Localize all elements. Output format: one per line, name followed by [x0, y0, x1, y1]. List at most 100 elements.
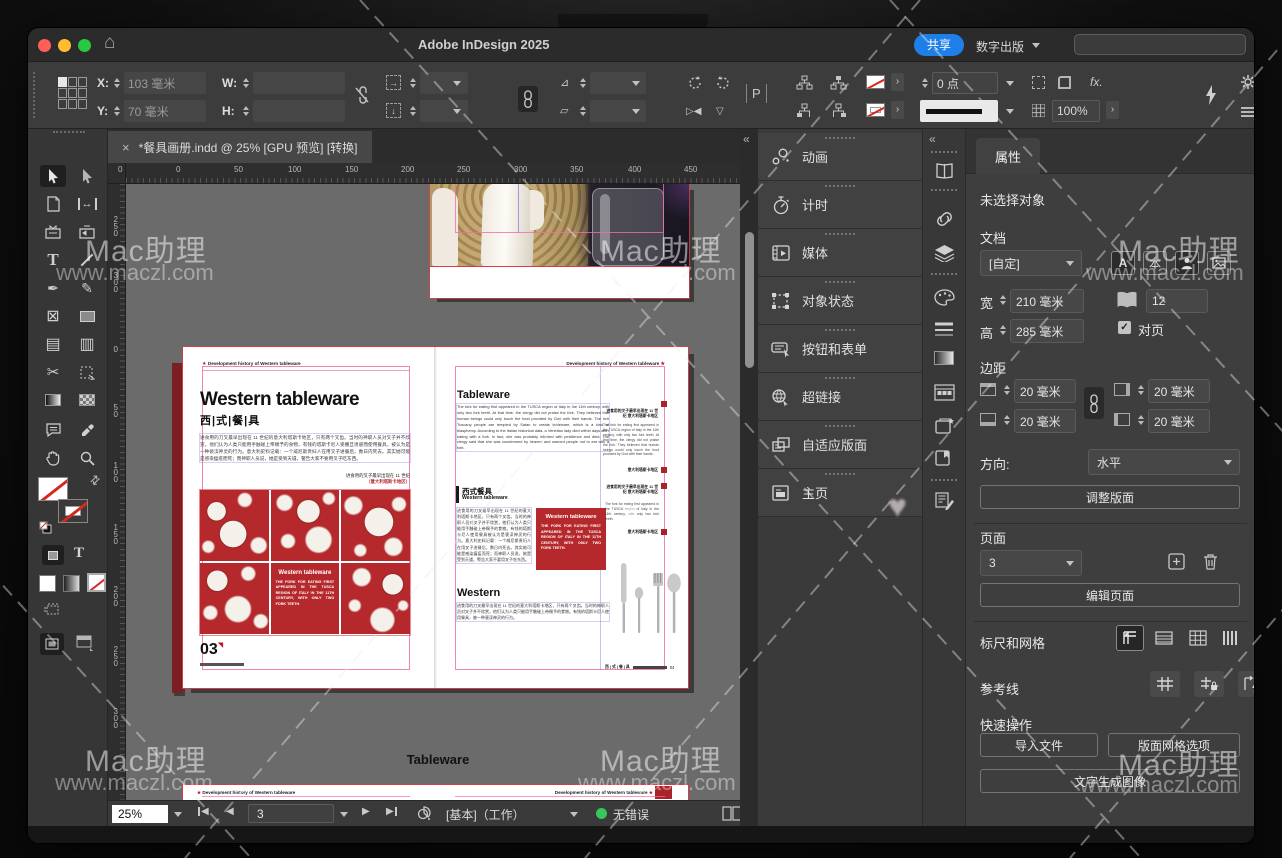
- drag-dots[interactable]: [825, 137, 855, 139]
- opacity-field[interactable]: 100%: [1052, 100, 1100, 122]
- show-rulers-button[interactable]: [1116, 625, 1144, 651]
- pages-panel-icon[interactable]: [934, 162, 955, 180]
- note-tool[interactable]: [40, 419, 66, 441]
- spread-view-icon[interactable]: [722, 806, 742, 821]
- gear-icon[interactable]: [1240, 74, 1254, 90]
- drag-dots[interactable]: [825, 329, 855, 331]
- gap-tool[interactable]: ↔: [74, 193, 100, 215]
- stroke-swatch-none[interactable]: [866, 103, 885, 117]
- gradient-panel-icon[interactable]: [934, 351, 954, 365]
- margin-bottom-stepper[interactable]: [1002, 409, 1011, 431]
- rotate-ccw-icon[interactable]: [714, 74, 732, 92]
- smart-guides-button[interactable]: [1238, 671, 1254, 697]
- flip-pair-icon[interactable]: ▷◀: [686, 106, 701, 117]
- selection-tool[interactable]: [40, 165, 66, 187]
- apply-color-button[interactable]: [39, 575, 56, 592]
- layout-grid-options-button[interactable]: 版面网格选项: [1108, 733, 1240, 757]
- scissors-tool[interactable]: ✂: [40, 361, 66, 383]
- h-stepper[interactable]: [241, 100, 250, 122]
- skew-stepper[interactable]: [578, 100, 587, 122]
- dock-item-object-states[interactable]: 对象状态: [758, 277, 922, 325]
- ruler-corner[interactable]: [108, 163, 126, 184]
- fill-swatch-none[interactable]: [866, 75, 885, 89]
- horizontal-ruler[interactable]: 0050100150200250300350400450: [126, 163, 740, 184]
- w-stepper[interactable]: [241, 72, 250, 94]
- vertical-scrollbar-thumb[interactable]: [745, 232, 754, 368]
- eyedropper-tool[interactable]: [74, 419, 100, 441]
- add-page-button[interactable]: [1168, 553, 1185, 570]
- no-errors-label[interactable]: 无错误: [613, 806, 649, 823]
- free-transform-tool[interactable]: [74, 361, 100, 383]
- zoom-window-button[interactable]: [78, 39, 91, 52]
- stroke-panel-icon[interactable]: [934, 322, 954, 336]
- select-prev-icon[interactable]: [796, 103, 813, 119]
- drag-dots[interactable]: [825, 473, 855, 475]
- apply-gradient-button[interactable]: [63, 575, 80, 592]
- properties-tab[interactable]: 属性: [976, 138, 1040, 174]
- next-page-button[interactable]: ▶: [362, 806, 370, 817]
- adjust-layout-button[interactable]: 调整版面: [980, 485, 1240, 509]
- swap-fill-stroke-icon[interactable]: ⇄: [87, 471, 104, 488]
- x-field[interactable]: 103 毫米: [124, 72, 206, 94]
- vertical-ruler[interactable]: 250300050100150200250300: [108, 184, 126, 800]
- drag-dots[interactable]: [931, 151, 957, 153]
- pencil-tool[interactable]: ✎: [74, 277, 100, 299]
- page-chevron-icon[interactable]: [340, 812, 348, 817]
- swatches-panel-icon[interactable]: [934, 384, 955, 401]
- stroke-color-swatch[interactable]: [58, 499, 88, 523]
- shear-chevron-icon[interactable]: [632, 81, 640, 86]
- frame-tool[interactable]: ⊠: [40, 305, 66, 327]
- panel-menu-icon[interactable]: [1240, 106, 1254, 118]
- drag-dots[interactable]: [825, 233, 855, 235]
- preset-dropdown[interactable]: [自定]: [980, 250, 1082, 276]
- reference-point-proxy[interactable]: [58, 77, 90, 113]
- fill-options-chip[interactable]: ›: [891, 73, 904, 91]
- margin-outside-stepper[interactable]: [1136, 409, 1145, 431]
- flip-vert-pair-icon[interactable]: ▽: [716, 106, 724, 117]
- formatting-affects-container-button[interactable]: [42, 545, 64, 565]
- zoom-tool[interactable]: [74, 447, 100, 469]
- h-field[interactable]: [253, 100, 345, 122]
- drag-dots[interactable]: [931, 479, 957, 481]
- y-stepper[interactable]: [112, 100, 121, 122]
- select-next-icon[interactable]: [830, 103, 847, 119]
- dock-item-liquid-layout[interactable]: 自适应版面: [758, 421, 922, 469]
- zoom-level-field[interactable]: 25%: [112, 805, 168, 823]
- facing-pages-label[interactable]: 对页: [1138, 320, 1164, 339]
- stroke-weight-chevron-icon[interactable]: [1006, 81, 1014, 86]
- doc-intent-text-button[interactable]: 本: [1143, 251, 1167, 275]
- stroke-weight-stepper[interactable]: [920, 72, 929, 94]
- scale-y-chevron-icon[interactable]: [453, 109, 461, 114]
- dock-item-buttons-forms[interactable]: 按钮和表单: [758, 325, 922, 373]
- panel-drag-handle[interactable]: [33, 72, 35, 118]
- preflight-panel-icon[interactable]: [934, 491, 955, 510]
- margins-link-chain-icon[interactable]: [1084, 387, 1104, 419]
- margin-inside-stepper[interactable]: [1136, 379, 1145, 401]
- line-tool[interactable]: [74, 249, 100, 271]
- flip-vertical-icon[interactable]: ↓: [386, 103, 401, 118]
- document-tab[interactable]: × *餐具画册.indd @ 25% [GPU 预览] [转换]: [108, 131, 372, 163]
- margin-top-field[interactable]: 20 毫米: [1014, 379, 1076, 403]
- scale-x-stepper[interactable]: [408, 72, 417, 94]
- drag-dots[interactable]: [825, 377, 855, 379]
- page-1-partial[interactable]: [430, 184, 689, 298]
- previous-page-button[interactable]: ◀: [226, 806, 234, 817]
- pen-tool[interactable]: ✒: [40, 277, 66, 299]
- doc-intent-image-button[interactable]: [1207, 251, 1231, 275]
- type-tool[interactable]: T: [40, 249, 66, 271]
- y-field[interactable]: 70 毫米: [124, 100, 206, 122]
- dock-item-hyperlinks[interactable]: 超链接: [758, 373, 922, 421]
- rectangle-tool[interactable]: [74, 305, 100, 327]
- close-tab-icon[interactable]: ×: [122, 140, 130, 155]
- last-page-button[interactable]: ▶: [386, 806, 397, 817]
- show-guides-button[interactable]: [1150, 671, 1180, 697]
- next-spread-partial[interactable]: ★ Development history of Western tablewa…: [183, 785, 688, 800]
- formatting-affects-text-button[interactable]: T: [74, 545, 84, 562]
- layers-panel-icon[interactable]: [934, 244, 955, 262]
- hand-tool[interactable]: [40, 447, 66, 469]
- stroke-style-dropdown[interactable]: [920, 100, 998, 122]
- page-number-field[interactable]: 3: [248, 804, 334, 823]
- doc-intent-a-button[interactable]: A: [1111, 251, 1135, 275]
- corner-shape-icon[interactable]: [1058, 76, 1071, 89]
- links-panel-icon[interactable]: [934, 211, 955, 227]
